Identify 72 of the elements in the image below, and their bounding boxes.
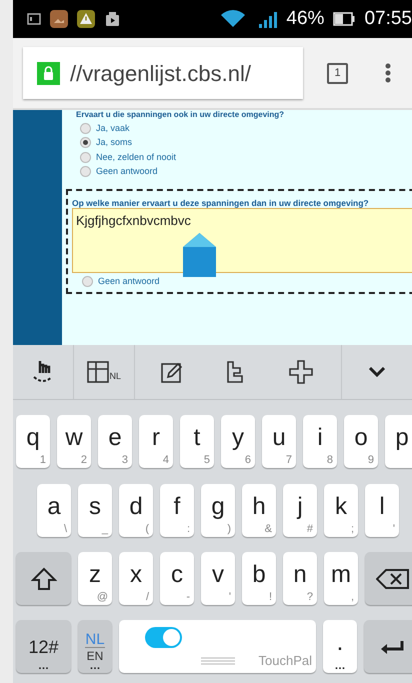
key[interactable]: x / <box>119 552 153 605</box>
key[interactable]: z @ <box>78 552 112 605</box>
collapse-icon[interactable] <box>369 367 386 377</box>
plus-icon[interactable] <box>289 360 314 384</box>
lock-icon <box>37 62 60 84</box>
option-label[interactable]: Nee, zelden of nooit <box>96 150 176 164</box>
key[interactable]: w 2 <box>57 415 91 468</box>
radio-button[interactable] <box>82 276 93 287</box>
backspace-icon <box>376 568 410 590</box>
layout-label: NL <box>110 370 122 382</box>
wifi-icon <box>220 10 246 28</box>
space-bar-icon <box>201 657 235 665</box>
key[interactable]: o 9 <box>344 415 378 468</box>
text-icon[interactable] <box>226 360 244 384</box>
radio-button[interactable] <box>80 122 91 134</box>
enter-key[interactable] <box>364 620 412 673</box>
key[interactable]: y 6 <box>221 415 255 468</box>
layout-button[interactable]: NL <box>86 361 122 383</box>
key[interactable]: u 7 <box>262 415 296 468</box>
gallery-icon <box>50 10 68 28</box>
language-key[interactable]: NL EN … <box>78 620 112 673</box>
option-label[interactable]: Ja, soms <box>96 136 132 150</box>
clock: 07:55 <box>364 6 412 31</box>
backspace-key[interactable] <box>365 552 412 605</box>
key[interactable]: d ( <box>119 484 153 537</box>
edit-icon[interactable] <box>161 361 184 383</box>
question-text: Ervaart u die spanningen ook in uw directe omgeving? <box>76 110 286 120</box>
key[interactable]: g ) <box>201 484 235 537</box>
layout-icon <box>86 361 108 383</box>
cursor-handle-icon[interactable] <box>183 233 216 277</box>
key[interactable]: v ' <box>201 552 235 605</box>
symbols-key[interactable]: 12# … <box>16 620 71 673</box>
address-bar[interactable]: //vragenlijst.cbs.nl/ <box>23 47 303 99</box>
menu-icon[interactable] <box>384 62 392 84</box>
key[interactable]: l ' <box>365 484 399 537</box>
shift-key[interactable] <box>16 552 71 605</box>
key[interactable]: r 4 <box>139 415 173 468</box>
key[interactable]: c - <box>160 552 194 605</box>
question-text: Op welke manier ervaart u deze spanningen dan in uw directe omgeving? <box>72 198 370 208</box>
key[interactable]: p <box>385 415 412 468</box>
toggle-switch[interactable] <box>145 627 182 648</box>
key[interactable]: j # <box>283 484 317 537</box>
radio-button[interactable] <box>80 166 91 178</box>
key[interactable]: t 5 <box>180 415 214 468</box>
shift-icon <box>30 566 56 590</box>
key[interactable]: n ? <box>283 552 317 605</box>
url-text: //vragenlijst.cbs.nl/ <box>70 60 251 88</box>
radio-button[interactable] <box>80 137 91 148</box>
option-label[interactable]: Geen antwoord <box>96 165 158 178</box>
battery-percentage: 46% <box>286 6 324 31</box>
option-label[interactable]: Geen antwoord <box>98 274 160 288</box>
key[interactable]: b ! <box>242 552 276 605</box>
key[interactable]: k ; <box>324 484 358 537</box>
media-icon <box>104 11 120 27</box>
option-label[interactable]: Ja, vaak <box>96 122 130 135</box>
period-key[interactable]: . … <box>323 620 357 673</box>
key[interactable]: f : <box>160 484 194 537</box>
key[interactable]: q 1 <box>16 415 50 468</box>
warning-icon <box>77 10 95 28</box>
key[interactable]: m , <box>324 552 358 605</box>
tab-switcher-button[interactable]: 1 <box>327 62 348 84</box>
key[interactable]: h & <box>242 484 276 537</box>
key[interactable]: s _ <box>78 484 112 537</box>
key[interactable]: e 3 <box>98 415 132 468</box>
answer-text: Kjgfjhgcfxnbvcmbvc <box>76 213 191 228</box>
enter-icon <box>380 638 404 654</box>
key[interactable]: i 8 <box>303 415 337 468</box>
sim-card-icon <box>27 13 41 25</box>
battery-icon <box>333 12 356 26</box>
radio-button[interactable] <box>80 152 91 163</box>
gesture-icon[interactable] <box>32 359 54 385</box>
key[interactable]: a \ <box>37 484 71 537</box>
